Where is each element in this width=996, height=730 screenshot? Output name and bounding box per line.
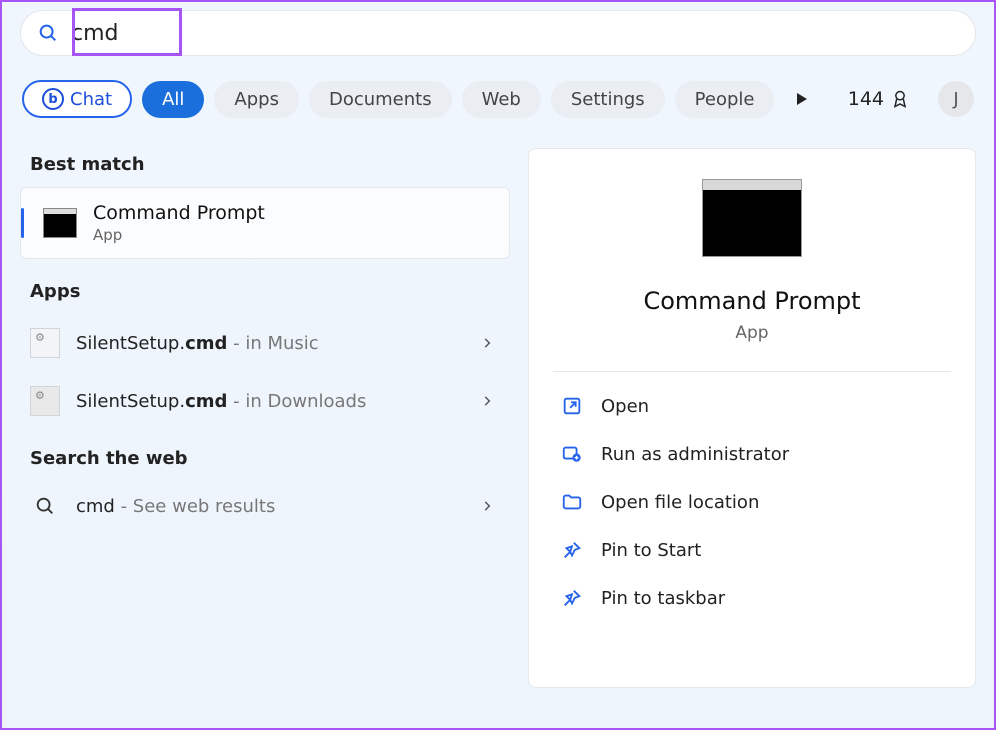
tab-apps[interactable]: Apps [214, 81, 299, 118]
search-icon [34, 495, 56, 517]
tab-settings[interactable]: Settings [551, 81, 665, 118]
command-prompt-icon [43, 208, 77, 238]
chevron-right-icon [480, 499, 494, 513]
folder-icon [561, 491, 583, 513]
filter-row: b Chat All Apps Documents Web Settings P… [20, 80, 976, 118]
best-match-subtitle: App [93, 226, 265, 244]
search-input[interactable] [71, 21, 171, 46]
preview-subtitle: App [735, 323, 768, 343]
action-label: Open file location [601, 492, 759, 513]
medal-icon [890, 89, 910, 109]
action-run-admin[interactable]: Run as administrator [553, 430, 951, 478]
pin-icon [561, 587, 583, 609]
search-bar[interactable] [20, 10, 976, 56]
web-header: Search the web [30, 448, 510, 469]
best-match-header: Best match [30, 154, 510, 175]
app-result-text: SilentSetup.cmd - in Downloads [76, 391, 480, 412]
open-icon [561, 395, 583, 417]
shield-icon [561, 443, 583, 465]
tab-web[interactable]: Web [462, 81, 541, 118]
cmd-file-icon [30, 328, 60, 358]
tab-documents[interactable]: Documents [309, 81, 452, 118]
command-prompt-large-icon [702, 179, 802, 257]
action-pin-taskbar[interactable]: Pin to taskbar [553, 574, 951, 622]
app-result-text: SilentSetup.cmd - in Music [76, 333, 480, 354]
search-icon [37, 22, 59, 44]
results-column: Best match Command Prompt App Apps Silen… [20, 148, 510, 688]
apps-header: Apps [30, 281, 510, 302]
best-match-item[interactable]: Command Prompt App [20, 187, 510, 259]
tab-all[interactable]: All [142, 81, 204, 118]
web-result-text: cmd - See web results [76, 496, 480, 517]
web-result-item[interactable]: cmd - See web results [20, 481, 510, 531]
action-label: Run as administrator [601, 444, 789, 465]
app-result-item[interactable]: SilentSetup.cmd - in Music [20, 314, 510, 372]
preview-title: Command Prompt [643, 287, 860, 315]
chat-button[interactable]: b Chat [22, 80, 132, 118]
preview-panel: Command Prompt App Open Run as administr… [528, 148, 976, 688]
action-label: Pin to taskbar [601, 588, 725, 609]
action-label: Open [601, 396, 649, 417]
points-value: 144 [848, 88, 884, 110]
avatar[interactable]: J [938, 81, 974, 117]
rewards-points[interactable]: 144 [848, 88, 910, 110]
tab-people[interactable]: People [675, 81, 775, 118]
cmd-file-icon [30, 386, 60, 416]
action-label: Pin to Start [601, 540, 701, 561]
pin-icon [561, 539, 583, 561]
action-open-location[interactable]: Open file location [553, 478, 951, 526]
action-open[interactable]: Open [553, 382, 951, 430]
chevron-right-icon [480, 336, 494, 350]
chat-label: Chat [70, 89, 112, 110]
chevron-right-icon [480, 394, 494, 408]
actions-list: Open Run as administrator Open file loca… [553, 382, 951, 622]
action-pin-start[interactable]: Pin to Start [553, 526, 951, 574]
bing-icon: b [42, 88, 64, 110]
more-tabs-icon[interactable] [794, 91, 810, 107]
best-match-title: Command Prompt [93, 202, 265, 224]
app-result-item[interactable]: SilentSetup.cmd - in Downloads [20, 372, 510, 430]
divider [553, 371, 951, 372]
content-area: Best match Command Prompt App Apps Silen… [20, 148, 976, 688]
